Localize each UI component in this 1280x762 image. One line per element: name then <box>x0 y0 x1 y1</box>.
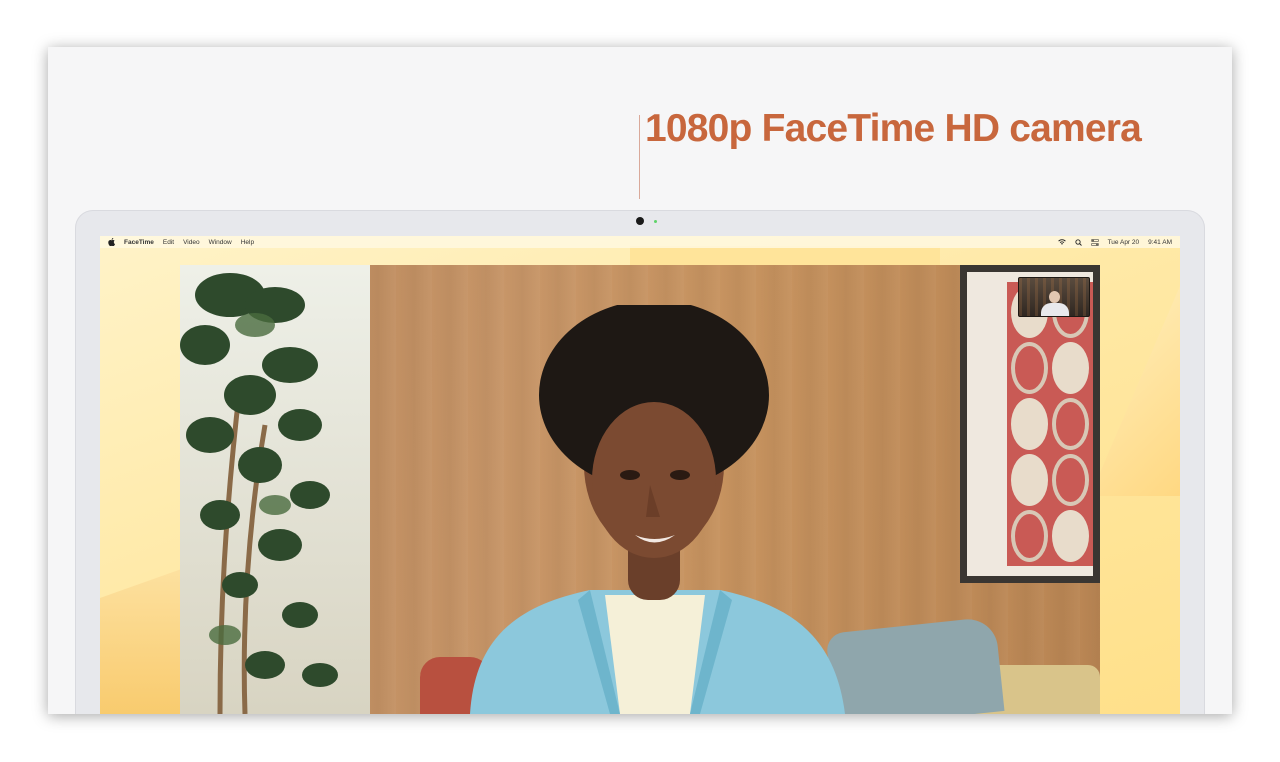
plant-image <box>180 273 338 714</box>
menu-bar-date[interactable]: Tue Apr 20 <box>1108 239 1140 246</box>
menu-bar-time[interactable]: 9:41 AM <box>1148 239 1172 246</box>
wallpaper-shape <box>630 246 940 266</box>
camera-icon <box>636 217 644 225</box>
menu-bar: FaceTime Edit Video Window Help Tue Apr … <box>100 236 1180 248</box>
wallpaper-shape <box>1090 286 1180 496</box>
apple-logo-icon[interactable] <box>108 238 115 246</box>
feature-card: 1080p FaceTime HD camera FaceTime Edit V… <box>48 47 1232 714</box>
status-area: Tue Apr 20 9:41 AM <box>1057 238 1172 246</box>
remote-participant-video[interactable] <box>180 265 1100 714</box>
person-image <box>470 305 845 714</box>
self-view-thumbnail[interactable] <box>1018 277 1090 317</box>
camera-pointer-line <box>639 115 640 199</box>
wifi-icon[interactable] <box>1057 239 1066 245</box>
menu-item-help[interactable]: Help <box>241 239 254 246</box>
mac-screen: FaceTime Edit Video Window Help Tue Apr … <box>100 236 1180 714</box>
menu-item-video[interactable]: Video <box>183 239 200 246</box>
camera-indicator-light <box>654 220 657 223</box>
menu-item-facetime[interactable]: FaceTime <box>124 239 154 246</box>
control-center-icon[interactable] <box>1090 238 1099 246</box>
menu-item-window[interactable]: Window <box>209 239 232 246</box>
wallpaper-shape <box>100 566 190 714</box>
search-icon[interactable] <box>1074 238 1082 246</box>
blue-pillow <box>825 616 1005 714</box>
headline: 1080p FaceTime HD camera <box>645 107 1142 150</box>
menu-item-edit[interactable]: Edit <box>163 239 174 246</box>
